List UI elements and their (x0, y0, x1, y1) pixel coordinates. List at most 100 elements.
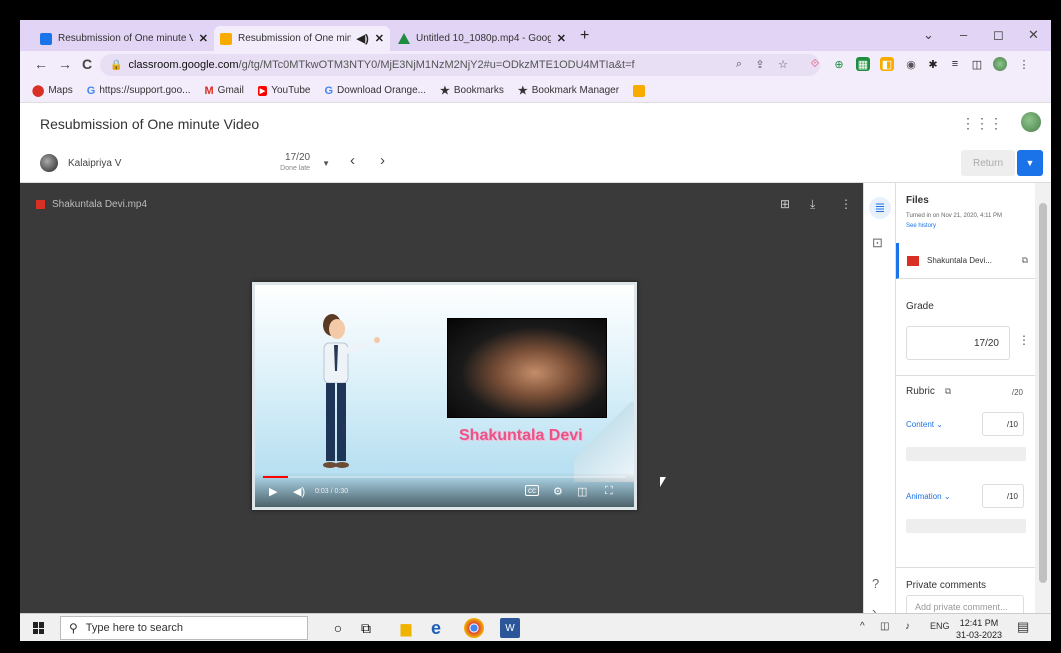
extension-icon[interactable]: ◧ (880, 57, 894, 71)
miniplayer-icon[interactable]: ◫ (577, 485, 587, 498)
close-tab-icon[interactable]: ✕ (199, 32, 208, 45)
bookmark-maps[interactable]: ⬤ Maps (32, 84, 73, 97)
browser-toolbar: ← → C 🔒 classroom.google.com/g/tg/MTc0MT… (20, 51, 1051, 79)
close-tab-icon[interactable]: ✕ (375, 32, 384, 45)
restore-button[interactable]: ◻ (993, 27, 1004, 43)
criterion-content-score[interactable]: /10 (982, 412, 1024, 436)
mouse-pointer (660, 477, 666, 487)
address-bar[interactable]: 🔒 classroom.google.com/g/tg/MTc0MTkwOTM3… (100, 54, 820, 76)
bookmark-youtube[interactable]: ▶ YouTube (257, 85, 310, 96)
bookmark-app-icon (633, 84, 646, 97)
files-panel-icon[interactable]: ≣ (869, 197, 891, 219)
play-icon[interactable]: ▶ (269, 485, 277, 498)
next-student-button[interactable]: › (380, 152, 385, 169)
network-icon[interactable]: ◫ (880, 621, 889, 632)
classroom-icon (220, 32, 232, 45)
open-rubric-icon[interactable]: ⧉ (945, 386, 951, 397)
bookmark-extra[interactable] (633, 84, 646, 97)
puzzle-icon[interactable]: ✱ (926, 57, 940, 71)
tab-untitled-video[interactable]: Untitled 10_1080p.mp4 - Google ✕ (392, 26, 572, 51)
volume-icon[interactable]: ♪ (905, 621, 910, 632)
criterion-content-dropdown[interactable]: Content ⌄ (906, 420, 943, 429)
windows-start-icon[interactable] (33, 622, 45, 634)
audio-playing-icon[interactable]: ◀) (357, 32, 369, 45)
sidepanel-icon[interactable]: ◫ (970, 57, 984, 71)
chevron-up-icon[interactable]: ^ (860, 621, 865, 632)
grade-input[interactable]: 17/20 (906, 326, 1010, 360)
settings-gear-icon[interactable]: ⚙ (553, 485, 563, 498)
tab-resubmission-2[interactable]: Resubmission of One minute ◀) ✕ (214, 26, 390, 51)
zoom-icon[interactable]: ⌕ (732, 57, 746, 71)
profile-avatar[interactable] (993, 57, 1007, 71)
forward-button[interactable]: → (58, 56, 72, 72)
taskbar-search-input[interactable]: ⚲ Type here to search (60, 616, 308, 640)
add-comment-icon[interactable]: ⊞ (780, 197, 790, 211)
student-selector[interactable]: Kalaipriya V 17/20 Done late ▼ (40, 149, 330, 177)
video-timecode: 0:03 / 0:30 (315, 488, 349, 495)
language-indicator[interactable]: ENG (930, 621, 950, 631)
divider (896, 375, 1036, 376)
video-player[interactable]: Shakuntala Devi ▶ ◀) 0:03 / 0:30 cc ⚙ ◫ … (252, 282, 637, 510)
panel-scrollbar[interactable] (1035, 183, 1051, 613)
notifications-icon[interactable]: ▤ (1017, 619, 1029, 635)
help-icon[interactable]: ? (872, 576, 879, 591)
closed-captions-icon[interactable]: cc (525, 485, 539, 496)
return-button[interactable]: Return (961, 150, 1015, 176)
menu-icon[interactable]: ⋮ (1017, 57, 1031, 71)
grading-panel: Files Turned in on Nov 21, 2020, 4:11 PM… (895, 183, 1036, 619)
bookmark-support[interactable]: Ghttps://support.goo... (87, 85, 191, 97)
file-viewer: Shakuntala Devi.mp4 ⊞ ⤓ ⋮ Shakuntala Dev… (20, 183, 863, 613)
bookmark-star-icon[interactable]: ☆ (776, 57, 790, 71)
new-tab-button[interactable]: + (580, 27, 589, 45)
criterion-animation-score[interactable]: /10 (982, 484, 1024, 508)
criterion-animation-dropdown[interactable]: Animation ⌄ (906, 492, 951, 501)
open-in-new-icon[interactable]: ⧉ (1022, 255, 1028, 266)
reload-button[interactable]: C (82, 56, 92, 72)
tab-resubmission-1[interactable]: Resubmission of One minute Vid ✕ (34, 26, 214, 51)
rubric-label: Rubric ⧉ (906, 386, 952, 397)
bookmark-bookmarks[interactable]: ★ Bookmarks (440, 84, 504, 97)
more-options-icon[interactable]: ⋮ (840, 197, 852, 211)
grade-more-icon[interactable]: ⋮ (1018, 333, 1030, 347)
extension-icon[interactable]: ⊕ (832, 57, 846, 71)
return-options-button[interactable]: ▼ (1017, 150, 1043, 176)
edge-icon[interactable]: e (426, 618, 446, 638)
previous-student-button[interactable]: ‹ (350, 152, 355, 169)
attached-file[interactable]: Shakuntala Devi... ⧉ (896, 243, 1036, 279)
comment-panel-icon[interactable]: ⊡ (872, 235, 883, 251)
playlist-icon[interactable]: ≡ (948, 57, 962, 71)
video-progress-bar[interactable] (263, 476, 626, 478)
close-window-button[interactable]: ✕ (1028, 27, 1039, 43)
download-icon[interactable]: ⤓ (810, 197, 815, 212)
cortana-icon[interactable]: ○ (328, 618, 348, 638)
google-icon: G (324, 84, 334, 97)
volume-icon[interactable]: ◀) (293, 485, 305, 498)
browser-tab-strip: Resubmission of One minute Vid ✕ Resubmi… (20, 20, 1051, 51)
back-button[interactable]: ← (34, 56, 48, 72)
bookmark-download-orange[interactable]: G Download Orange... (324, 85, 426, 97)
extension-icon[interactable]: ⟐ (808, 57, 822, 71)
cartoon-teacher-illustration (323, 314, 380, 468)
word-icon[interactable]: W (500, 618, 520, 638)
google-apps-icon[interactable]: ⋮⋮⋮ (961, 115, 1003, 132)
share-icon[interactable]: ⇪ (753, 57, 767, 71)
minimize-button[interactable]: – (960, 27, 967, 42)
camera-icon[interactable]: ◉ (904, 57, 918, 71)
scrollbar-thumb[interactable] (1039, 203, 1047, 583)
fullscreen-icon[interactable]: ⛶ (605, 485, 613, 498)
video-frame[interactable]: Shakuntala Devi ▶ ◀) 0:03 / 0:30 cc ⚙ ◫ … (255, 285, 634, 507)
extension-icon[interactable]: ▦ (856, 57, 870, 71)
bookmark-gmail[interactable]: M Gmail (205, 85, 244, 97)
see-history-link[interactable]: See history (906, 223, 936, 229)
tab-search-button[interactable]: ⌄ (923, 27, 934, 43)
chrome-icon[interactable] (464, 618, 484, 638)
video-controls: ▶ ◀) 0:03 / 0:30 cc ⚙ ◫ ⛶ (255, 473, 634, 507)
bookmark-manager[interactable]: ★ Bookmark Manager (518, 84, 619, 97)
taskbar-clock[interactable]: 12:41 PM 31-03-2023 (956, 617, 1002, 641)
file-explorer-icon[interactable]: ▆ (396, 618, 416, 638)
star-icon: ★ (517, 85, 528, 97)
chevron-down-icon: ▼ (322, 158, 330, 168)
avatar[interactable] (1021, 112, 1041, 132)
task-view-icon[interactable]: ⧉ (356, 618, 376, 638)
close-tab-icon[interactable]: ✕ (557, 32, 566, 45)
